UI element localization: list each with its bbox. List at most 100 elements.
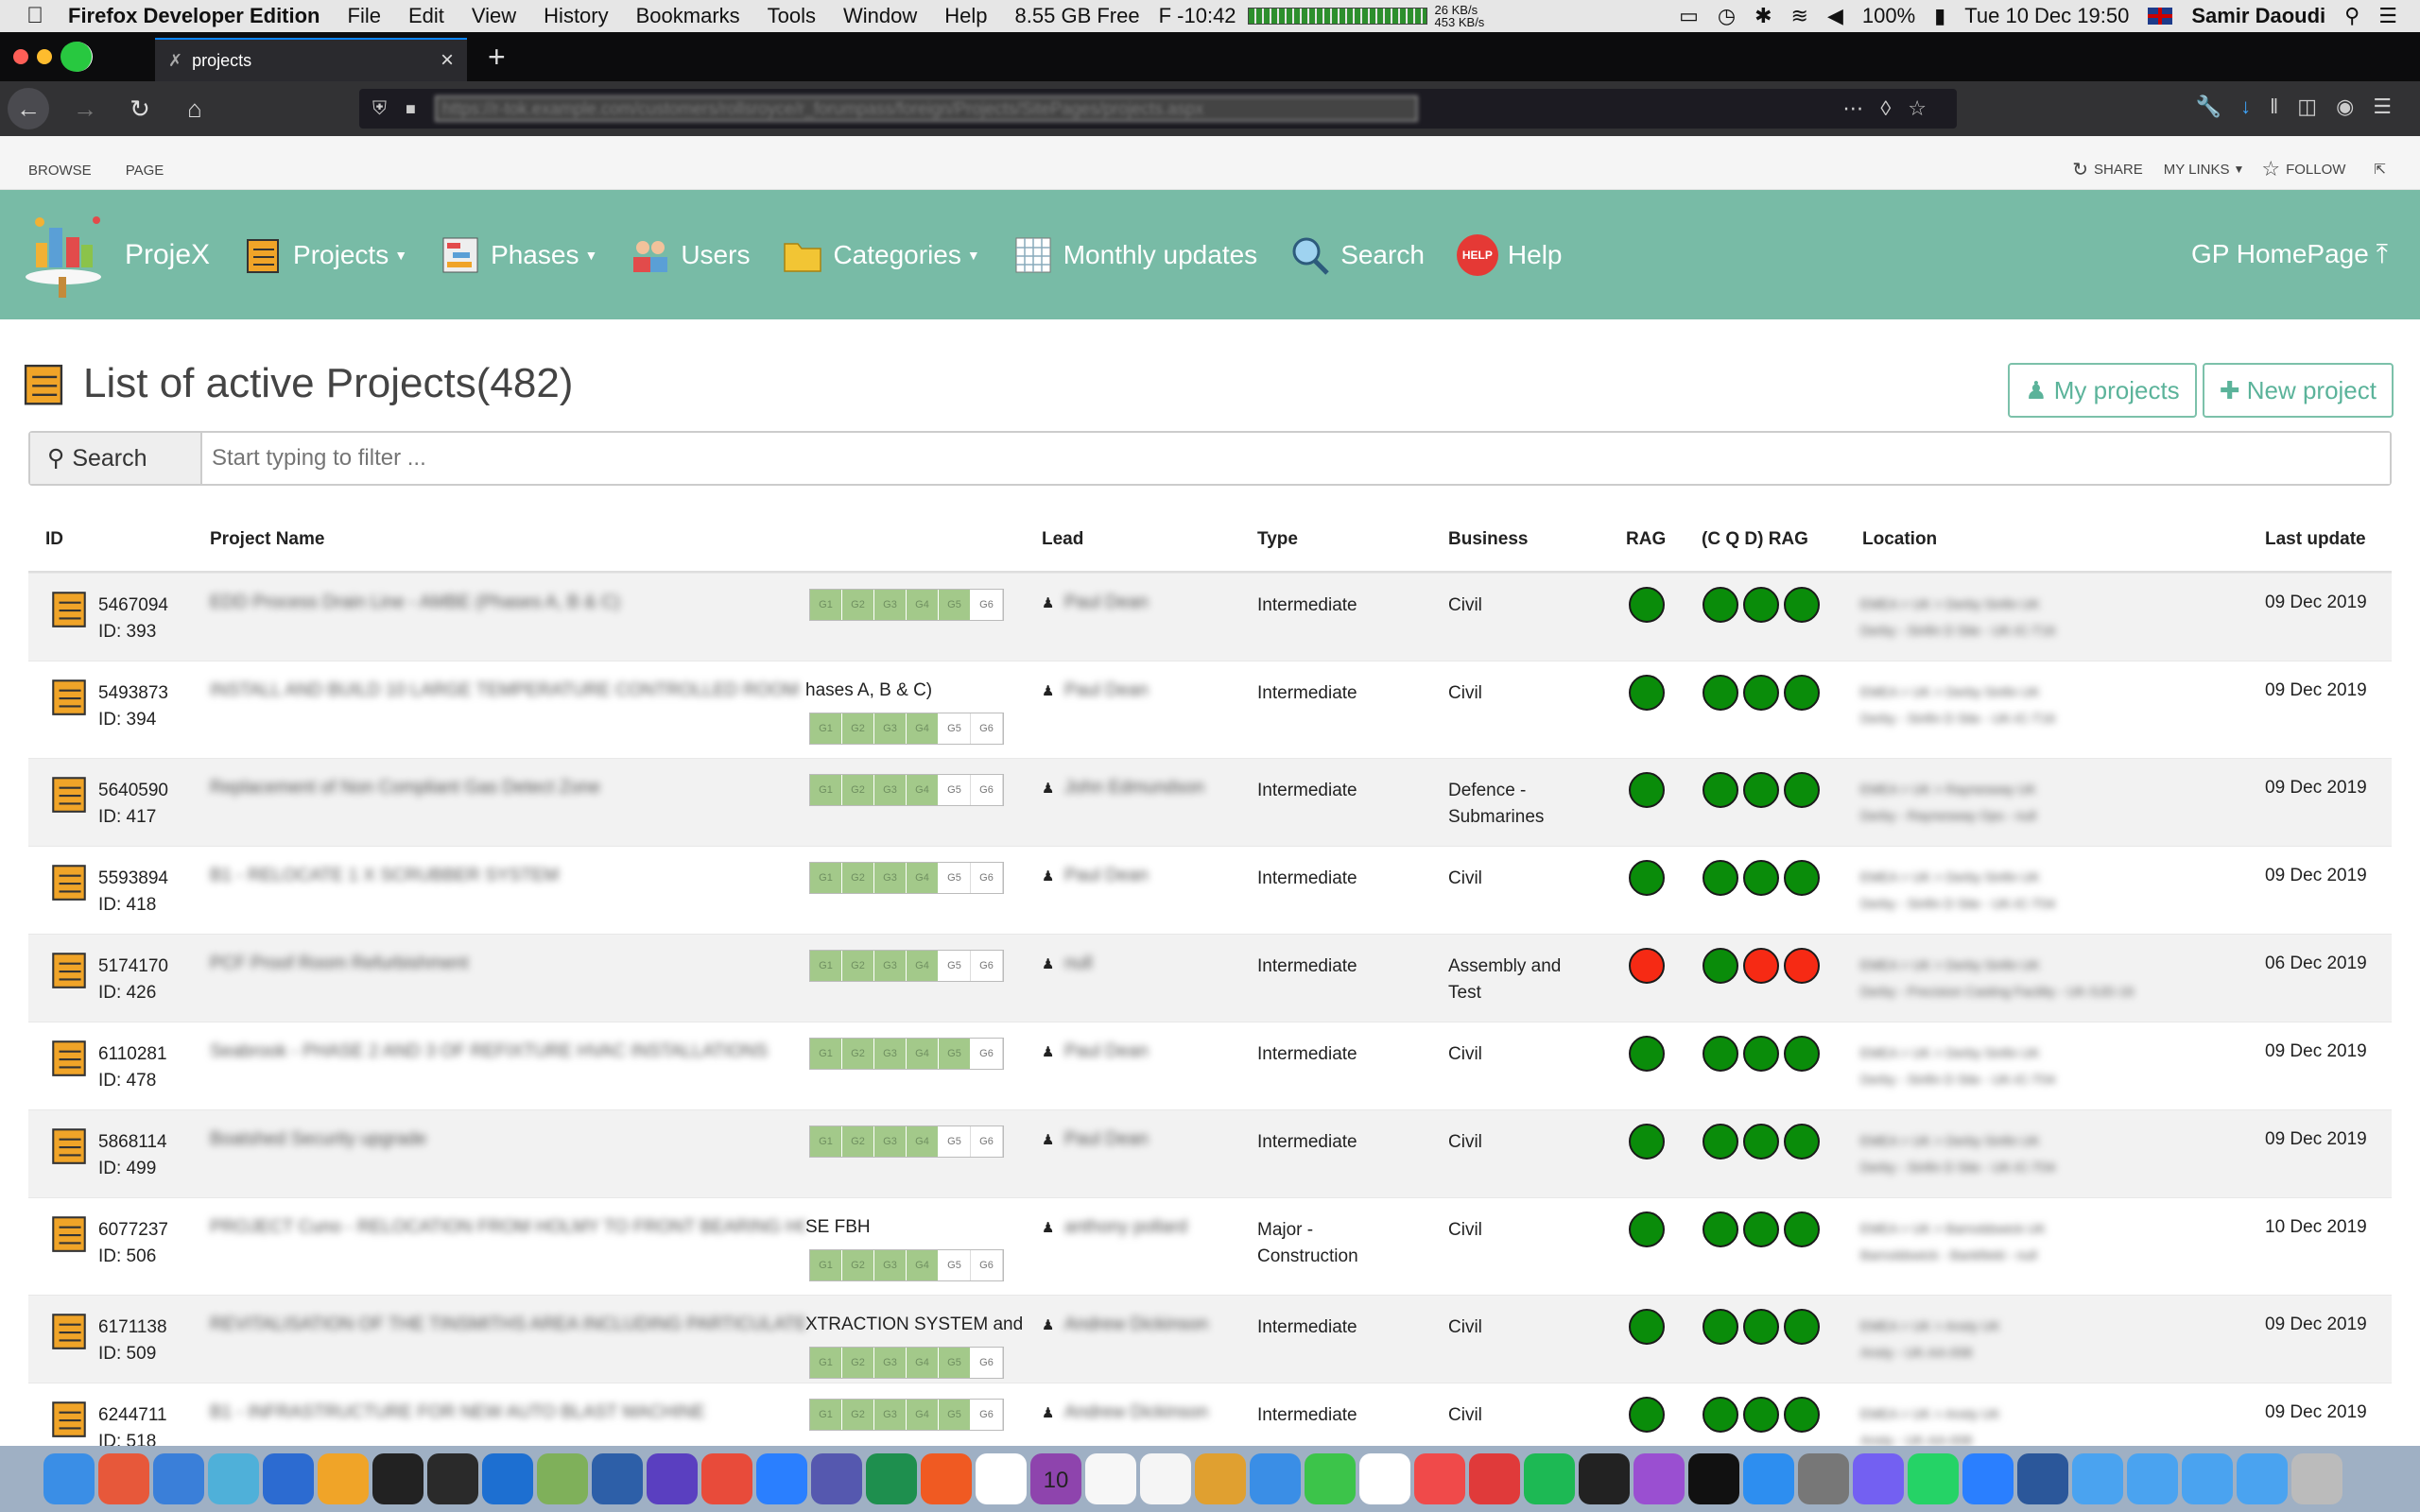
phase-gate[interactable]: G6 xyxy=(971,1250,1003,1280)
phase-gates[interactable]: G1 G2 G3 G4 G5 G6 xyxy=(809,1399,1004,1431)
menu-file[interactable]: File xyxy=(348,4,381,28)
phase-gate[interactable]: G4 xyxy=(907,1039,939,1069)
nav-help[interactable]: HELP Help xyxy=(1456,233,1563,276)
account-icon[interactable]: ◉ xyxy=(2336,94,2373,118)
table-row[interactable]: 6244711 ID: 518 B1 - INFRASTRUCTURE FOR NE… xyxy=(28,1383,2392,1452)
user-name[interactable]: Samir Daoudi xyxy=(2191,4,2325,28)
more-actions-icon[interactable]: ⋯ xyxy=(1842,96,1880,120)
phase-gate[interactable]: G4 xyxy=(907,1250,939,1280)
dock-app-icon[interactable] xyxy=(1469,1453,1520,1504)
project-id-cell[interactable]: 6110281 ID: 478 xyxy=(98,1041,167,1094)
table-row[interactable]: 6171138 ID: 509 REVITALISATION OF THE TINS… xyxy=(28,1295,2392,1383)
col-header-rag[interactable]: RAG xyxy=(1626,529,1666,550)
dock-app-icon[interactable] xyxy=(921,1453,972,1504)
dock-app-icon[interactable] xyxy=(1634,1453,1685,1504)
menubar-app-name[interactable]: Firefox Developer Edition xyxy=(68,4,320,28)
phase-gate[interactable]: G1 xyxy=(810,951,842,981)
phase-gate[interactable]: G5 xyxy=(939,951,971,981)
dock-app-icon[interactable] xyxy=(1085,1453,1136,1504)
phase-gates[interactable]: G1 G2 G3 G4 G5 G6 xyxy=(809,774,1004,806)
url-text[interactable]: https://r-tok.example.com/customers/roll… xyxy=(434,95,1418,122)
download-icon[interactable]: ↓ xyxy=(2240,94,2270,118)
dock-app-icon[interactable] xyxy=(1524,1453,1575,1504)
table-row[interactable]: 6110281 ID: 478 Seabrook - PHASE 2 AND 3 O… xyxy=(28,1022,2392,1109)
wrench-icon[interactable]: 🔧 xyxy=(2196,94,2240,118)
dock-app-icon[interactable] xyxy=(1908,1453,1959,1504)
table-row[interactable]: 5593894 ID: 418 B1 - RELOCATE 1 X SCRUBBER… xyxy=(28,846,2392,934)
dock-app-icon[interactable] xyxy=(372,1453,424,1504)
share-button[interactable]: SHARE xyxy=(2094,162,2143,178)
phase-gate[interactable]: G1 xyxy=(810,775,842,805)
phase-gates[interactable]: G1 G2 G3 G4 G5 G6 xyxy=(809,862,1004,894)
dock-app-icon[interactable] xyxy=(1359,1453,1410,1504)
col-header-project-name[interactable]: Project Name xyxy=(210,529,324,550)
nav-projects[interactable]: Projects ▼ xyxy=(242,234,407,276)
dock-app-icon[interactable] xyxy=(1250,1453,1301,1504)
nav-monthly-updates[interactable]: Monthly updates xyxy=(1012,234,1257,276)
project-lead[interactable]: Andrew Dickinson xyxy=(1064,1314,1208,1335)
project-id-cell[interactable]: 6171138 ID: 509 xyxy=(98,1314,167,1367)
phase-gate[interactable]: G3 xyxy=(874,775,907,805)
project-name-link[interactable]: EDD Process Drain Line - AMBE (Phases A,… xyxy=(210,593,805,613)
project-lead[interactable]: Paul Dean xyxy=(1064,1129,1149,1150)
tracking-shield-icon[interactable]: ⛨ xyxy=(372,98,387,120)
dock-app-icon[interactable] xyxy=(1305,1453,1356,1504)
col-header-last-update[interactable]: Last update xyxy=(2265,529,2366,550)
phase-gate[interactable]: G1 xyxy=(810,1126,842,1157)
nav-users[interactable]: Users xyxy=(630,234,750,276)
phase-gate[interactable]: G5 xyxy=(939,1348,971,1378)
project-name-link[interactable]: Boatshed Security upgrade xyxy=(210,1129,805,1150)
time-machine-icon[interactable]: ◷ xyxy=(1718,4,1736,28)
volume-icon[interactable]: ◀ xyxy=(1827,4,1843,28)
menu-window[interactable]: Window xyxy=(843,4,917,28)
project-lead[interactable]: Paul Dean xyxy=(1064,593,1149,613)
home-icon[interactable]: ⌂ xyxy=(176,94,214,124)
battery-icon[interactable]: ▮ xyxy=(1934,4,1945,28)
bluetooth-icon[interactable]: ✱ xyxy=(1754,4,1772,28)
bookmark-star-icon[interactable]: ☆ xyxy=(1908,96,1944,120)
table-row[interactable]: 5640590 ID: 417 Replacement of Non Complia… xyxy=(28,758,2392,846)
project-lead[interactable]: Andrew Dickinson xyxy=(1064,1402,1208,1423)
phase-gate[interactable]: G2 xyxy=(842,951,874,981)
dock-app-icon[interactable] xyxy=(866,1453,917,1504)
ribbon-page-tab[interactable]: PAGE xyxy=(126,163,164,179)
network-speed[interactable]: 26 KB/s 453 KB/s xyxy=(1435,4,1485,28)
dock-app-icon[interactable] xyxy=(976,1453,1027,1504)
phase-gates[interactable]: G1 G2 G3 G4 G5 G6 xyxy=(809,1038,1004,1070)
dock-app-icon[interactable] xyxy=(482,1453,533,1504)
project-id-cell[interactable]: 5868114 ID: 499 xyxy=(98,1129,167,1182)
phase-gate[interactable]: G4 xyxy=(907,1126,939,1157)
chevron-down-icon[interactable]: ▼ xyxy=(2233,163,2244,176)
phase-gate[interactable]: G1 xyxy=(810,713,842,744)
dock-app-icon[interactable] xyxy=(756,1453,807,1504)
dock-app-icon[interactable] xyxy=(811,1453,862,1504)
menu-bookmarks[interactable]: Bookmarks xyxy=(636,4,740,28)
phase-gate[interactable]: G3 xyxy=(874,713,907,744)
col-header-id[interactable]: ID xyxy=(45,529,63,550)
phase-gate[interactable]: G3 xyxy=(874,863,907,893)
follow-button[interactable]: FOLLOW xyxy=(2286,162,2345,178)
project-lead[interactable]: anthony pollard xyxy=(1064,1217,1187,1238)
col-header-lead[interactable]: Lead xyxy=(1042,529,1083,550)
ribbon-browse-tab[interactable]: BROWSE xyxy=(28,163,92,179)
brand-link[interactable]: ProjeX xyxy=(21,209,210,301)
window-zoom-button[interactable] xyxy=(60,42,93,72)
phase-gate[interactable]: G2 xyxy=(842,1126,874,1157)
spotlight-search-icon[interactable]: ⚲ xyxy=(2344,4,2360,28)
my-projects-button[interactable]: ♟ My projects xyxy=(2008,363,2197,418)
library-icon[interactable]: ‖ xyxy=(2270,94,2297,118)
project-lead[interactable]: Paul Dean xyxy=(1064,1041,1149,1062)
phase-gate[interactable]: G4 xyxy=(907,951,939,981)
dock-app-icon[interactable] xyxy=(153,1453,204,1504)
lock-icon[interactable]: ■ xyxy=(406,99,416,119)
phase-gates[interactable]: G1 G2 G3 G4 G5 G6 xyxy=(809,1125,1004,1158)
phase-gate[interactable]: G1 xyxy=(810,1039,842,1069)
phase-gate[interactable]: G5 xyxy=(939,590,971,620)
phase-gate[interactable]: G6 xyxy=(971,775,1003,805)
dock-app-icon[interactable] xyxy=(43,1453,95,1504)
nav-phases[interactable]: Phases ▼ xyxy=(440,234,597,276)
phase-gate[interactable]: G5 xyxy=(939,713,971,744)
dock-app-icon[interactable] xyxy=(1743,1453,1794,1504)
dock-app-icon[interactable] xyxy=(1140,1453,1191,1504)
focus-content-icon[interactable]: ⇱ xyxy=(2374,161,2386,178)
